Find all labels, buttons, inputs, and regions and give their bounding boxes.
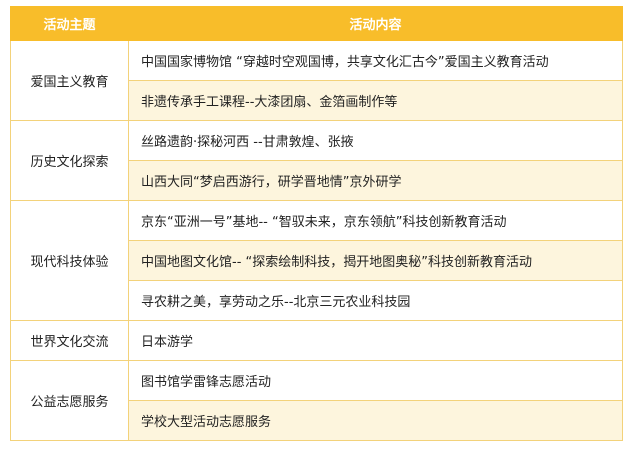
header-theme: 活动主题 xyxy=(10,6,129,41)
theme-cell: 历史文化探索 xyxy=(10,120,129,201)
content-cell: 非遗传承手工课程--大漆团扇、金箔画制作等 xyxy=(128,80,623,121)
content-cell: 寻农耕之美，享劳动之乐--北京三元农业科技园 xyxy=(128,280,623,321)
table-row: 现代科技体验 京东“亚洲一号”基地-- “智驭未来，京东领航”科技创新教育活动 xyxy=(10,200,623,321)
table-row: 爱国主义教育 中国国家博物馆 “穿越时空观国博，共享文化汇古今”爱国主义教育活动 xyxy=(10,40,623,121)
theme-cell: 公益志愿服务 xyxy=(10,360,129,441)
table-row: 世界文化交流 日本游学 xyxy=(10,320,623,361)
content-cell: 学校大型活动志愿服务 xyxy=(128,400,623,441)
content-cell: 中国国家博物馆 “穿越时空观国博，共享文化汇古今”爱国主义教育活动 xyxy=(128,40,623,81)
content-cell: 图书馆学雷锋志愿活动 xyxy=(128,360,623,401)
header-content: 活动内容 xyxy=(128,6,623,41)
content-cell: 京东“亚洲一号”基地-- “智驭未来，京东领航”科技创新教育活动 xyxy=(128,200,623,241)
header-row: 活动主题 活动内容 xyxy=(10,6,623,41)
content-cell: 中国地图文化馆-- “探索绘制科技，揭开地图奥秘”科技创新教育活动 xyxy=(128,240,623,281)
table-row: 历史文化探索 丝路遗韵·探秘河西 --甘肃敦煌、张掖 xyxy=(10,120,623,201)
content-cell: 山西大同“梦启西游行，研学晋地情”京外研学 xyxy=(128,160,623,201)
content-cell: 日本游学 xyxy=(128,320,623,361)
activity-table: 活动主题 活动内容 爱国主义教育 中国国家博物馆 “穿越时空观国博，共享文化汇古… xyxy=(10,6,623,441)
theme-cell: 世界文化交流 xyxy=(10,320,129,361)
content-cell: 丝路遗韵·探秘河西 --甘肃敦煌、张掖 xyxy=(128,120,623,161)
table-row: 公益志愿服务 图书馆学雷锋志愿活动 xyxy=(10,360,623,441)
theme-cell: 爱国主义教育 xyxy=(10,40,129,121)
theme-cell: 现代科技体验 xyxy=(10,200,129,321)
